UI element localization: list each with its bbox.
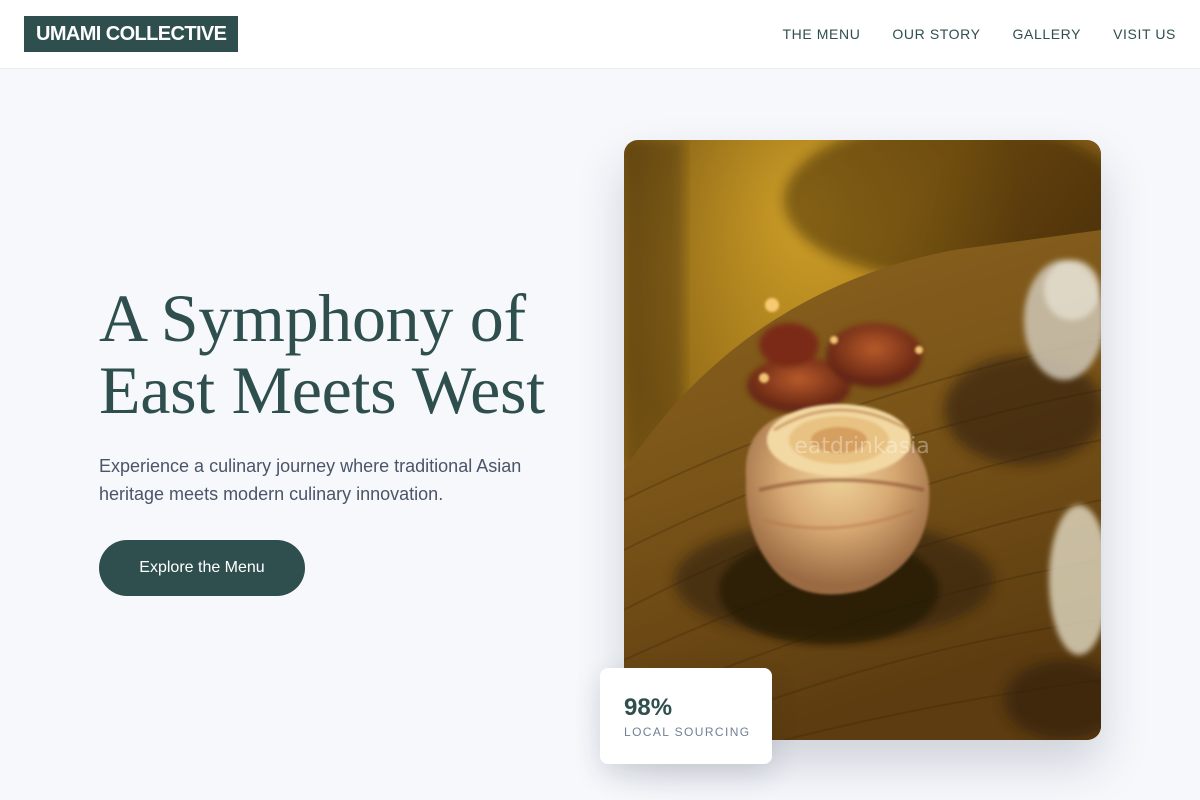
hero-title-line-2: East Meets West bbox=[99, 352, 545, 428]
explore-menu-button[interactable]: Explore the Menu bbox=[99, 540, 305, 596]
top-navbar: UMAMI COLLECTIVE THE MENU OUR STORY GALL… bbox=[0, 0, 1200, 69]
stat-label: LOCAL SOURCING bbox=[624, 725, 751, 739]
nav-item-our-story[interactable]: OUR STORY bbox=[892, 26, 980, 42]
stat-value: 98% bbox=[624, 694, 673, 721]
hero-title-line-1: A Symphony of bbox=[99, 280, 526, 356]
nav-item-gallery[interactable]: GALLERY bbox=[1013, 26, 1082, 42]
hero-food-image: eatdrinkasia bbox=[624, 140, 1101, 740]
nav-links: THE MENU OUR STORY GALLERY VISIT US bbox=[783, 0, 1177, 68]
hero-description: Experience a culinary journey where trad… bbox=[99, 456, 522, 504]
hero-title: A Symphony of East Meets West bbox=[99, 282, 619, 426]
nav-item-visit-us[interactable]: VISIT US bbox=[1113, 26, 1176, 42]
stat-card: 98% LOCAL SOURCING bbox=[600, 668, 772, 764]
sushi-photo-illustration: eatdrinkasia bbox=[624, 140, 1101, 740]
brand-logo[interactable]: UMAMI COLLECTIVE bbox=[24, 16, 239, 52]
photo-watermark: eatdrinkasia bbox=[794, 434, 930, 459]
nav-item-the-menu[interactable]: THE MENU bbox=[783, 26, 861, 42]
